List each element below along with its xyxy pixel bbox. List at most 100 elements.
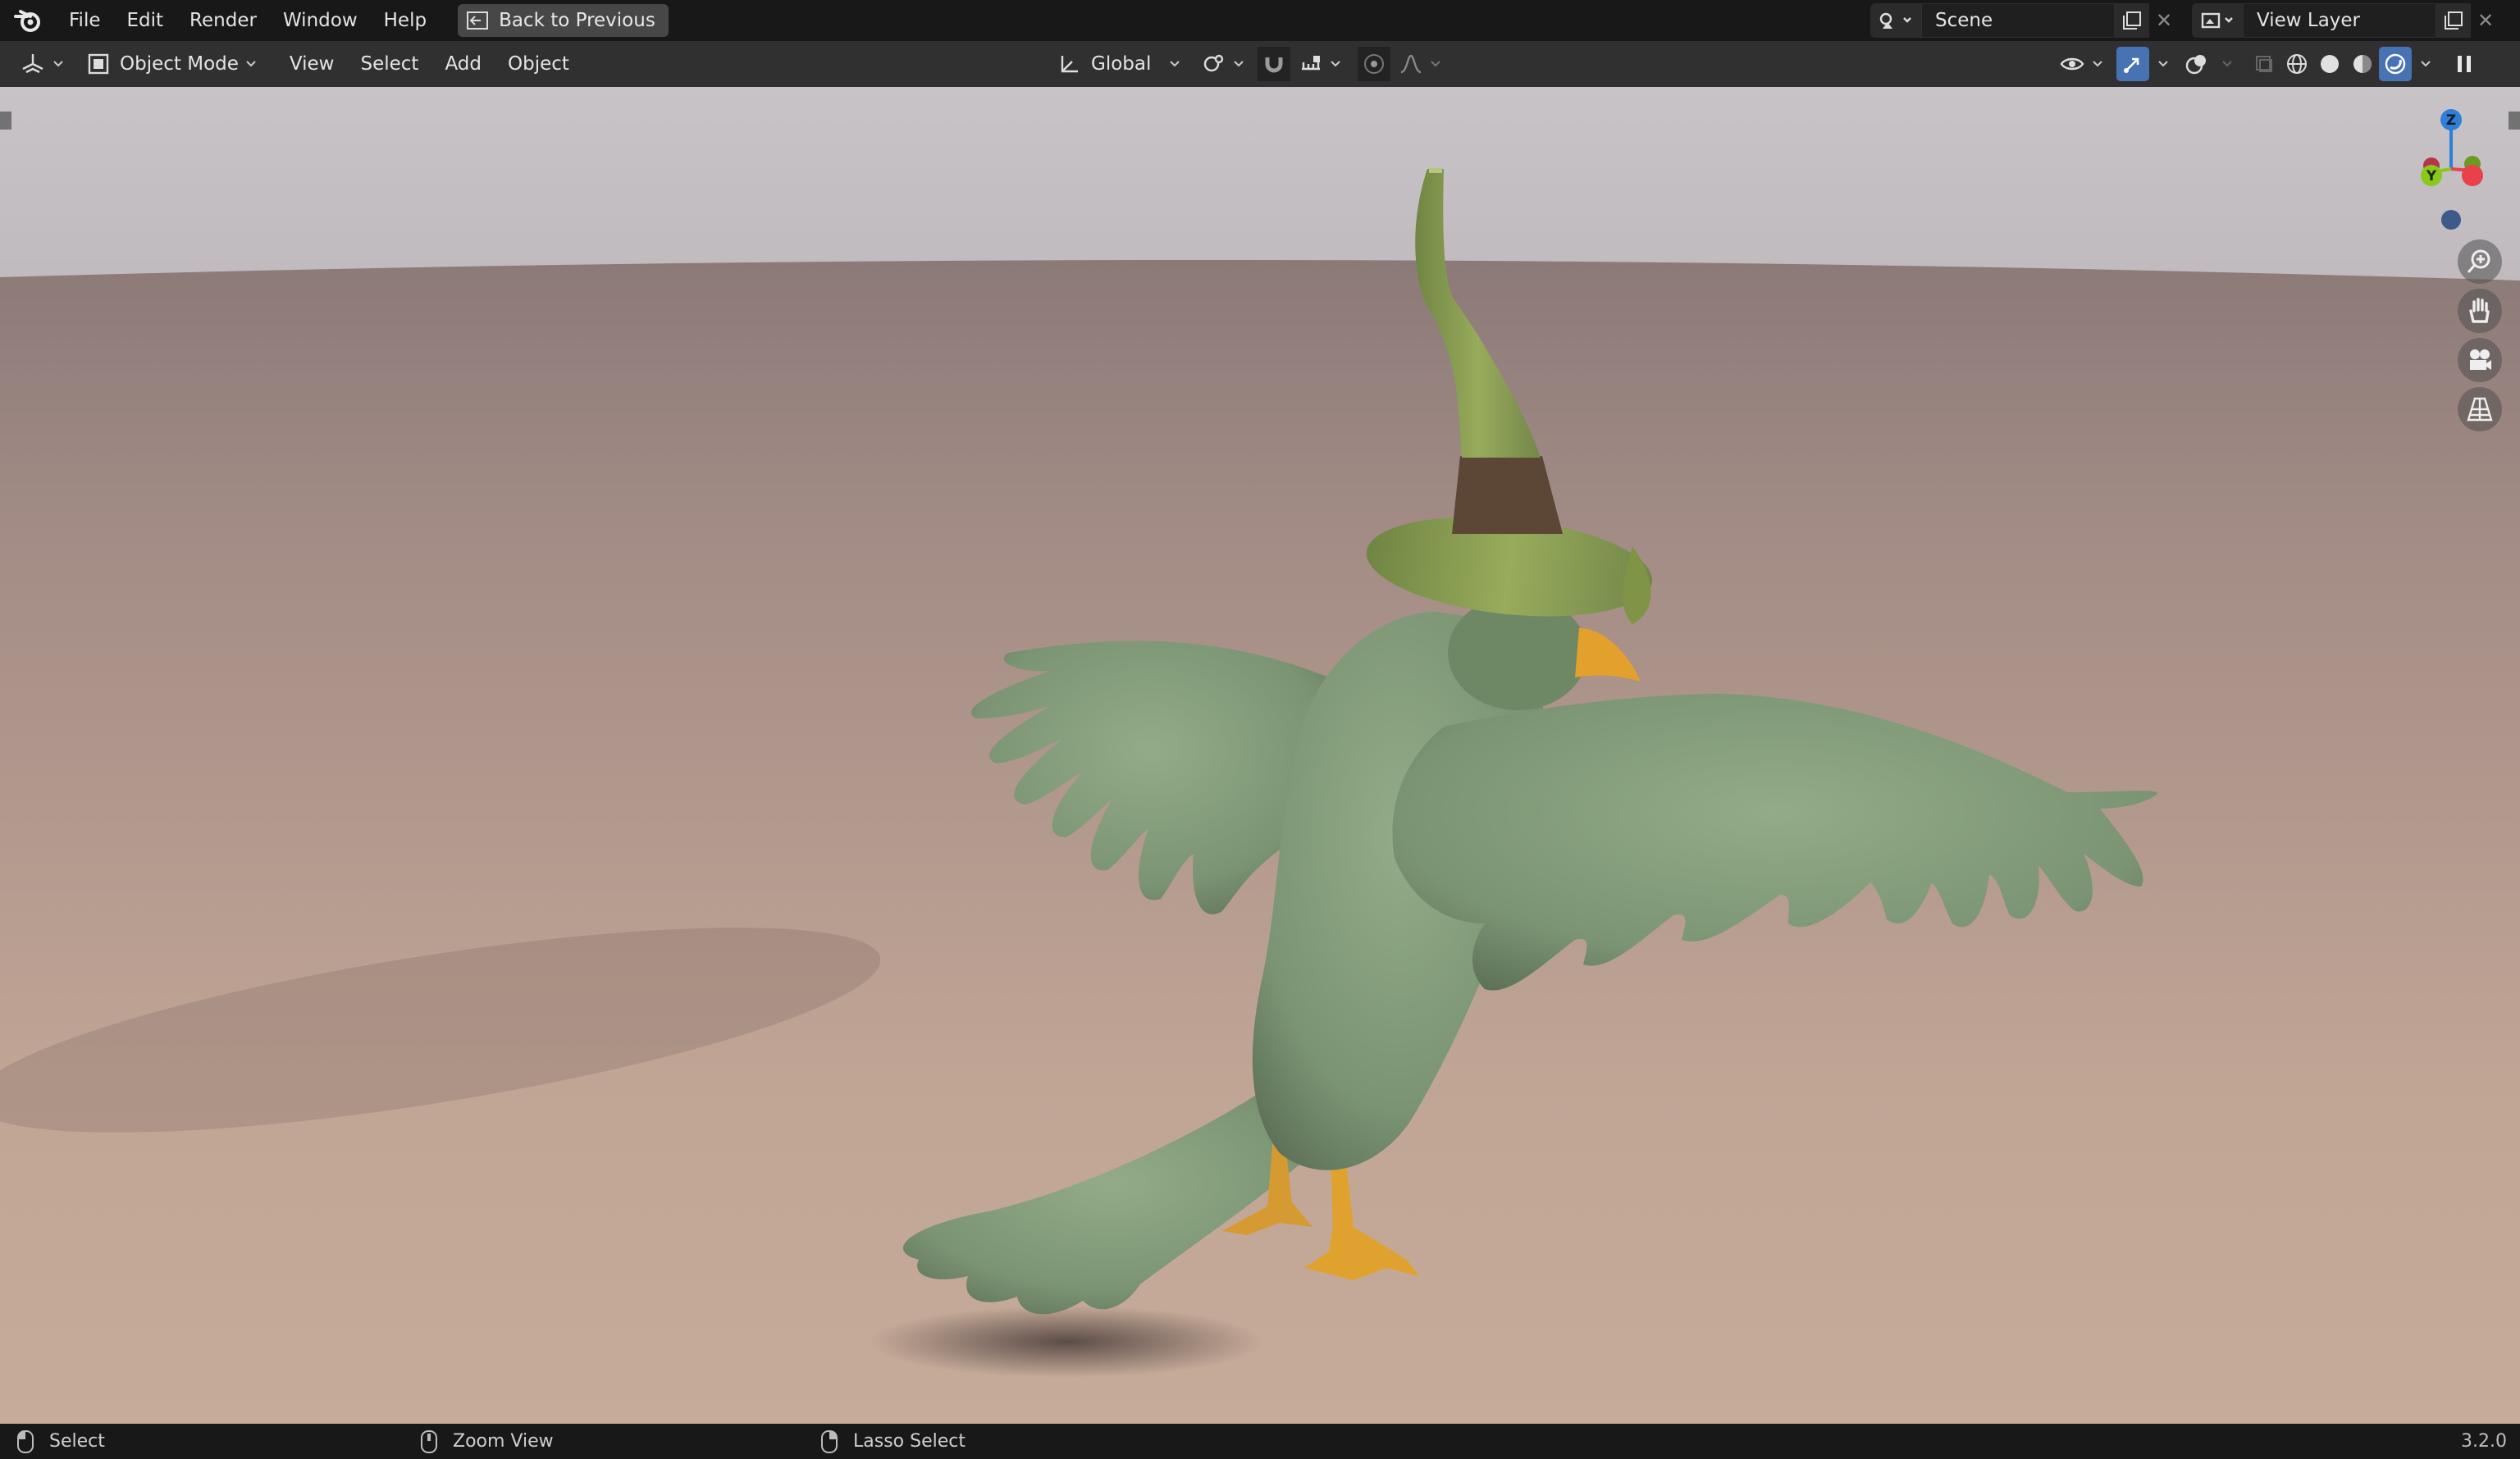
- gizmo-icon: [2124, 57, 2139, 73]
- view-layer-selector: View Layer ✕: [2192, 3, 2500, 38]
- shading-material-button[interactable]: [2346, 47, 2379, 81]
- show-gizmo-toggle[interactable]: [2116, 47, 2149, 81]
- transform-tools: Global: [1050, 47, 1449, 81]
- solid-sphere-icon: [2321, 55, 2339, 73]
- object-mode-icon: [88, 53, 109, 75]
- neg-z-axis[interactable]: [2441, 210, 2461, 230]
- shading-wireframe-button[interactable]: [2280, 47, 2313, 81]
- chevron-down-icon: [1431, 61, 1441, 67]
- toolbar-region-toggle[interactable]: [0, 112, 11, 130]
- zoom-icon: [2467, 249, 2490, 273]
- chevron-down-icon: [2158, 61, 2168, 67]
- status-zoom-hint: Zoom View: [420, 1424, 554, 1459]
- overlays-dropdown[interactable]: [2213, 47, 2241, 81]
- status-select-hint: Select: [16, 1424, 105, 1459]
- 3d-viewport[interactable]: Z Y: [0, 87, 2520, 1424]
- x-axis-handle[interactable]: [2462, 165, 2483, 186]
- mouse-left-icon: [17, 1429, 34, 1453]
- gizmo-dropdown[interactable]: [2149, 47, 2177, 81]
- transform-orientation-dropdown[interactable]: Global: [1050, 47, 1189, 81]
- delete-view-layer-button[interactable]: ✕: [2471, 3, 2500, 38]
- 3d-viewport-icon: [22, 54, 43, 74]
- proportional-editing-toggle[interactable]: [1358, 47, 1391, 81]
- shading-rendered-button[interactable]: [2379, 47, 2412, 81]
- back-to-previous-button[interactable]: Back to Previous: [458, 4, 669, 37]
- view-layer-name-field[interactable]: View Layer: [2243, 3, 2436, 38]
- sidebar-region-toggle[interactable]: [2509, 112, 2520, 130]
- editor-type-dropdown[interactable]: [11, 47, 72, 81]
- scene-name-field[interactable]: Scene: [1921, 3, 2115, 38]
- menu-render[interactable]: Render: [176, 3, 270, 38]
- magnet-icon: [1265, 57, 1283, 73]
- snap-target-dropdown[interactable]: [1290, 47, 1349, 81]
- back-arrow-icon: [467, 11, 489, 30]
- toggle-perspective-button[interactable]: [2458, 387, 2502, 431]
- camera-view-button[interactable]: [2458, 338, 2502, 382]
- new-scene-button[interactable]: [2115, 3, 2149, 38]
- menu-add[interactable]: Add: [431, 47, 495, 81]
- camera-icon: [2470, 349, 2491, 370]
- navigation-gizmo[interactable]: Z Y: [2397, 103, 2495, 243]
- orientation-icon: [1061, 56, 1078, 73]
- duplicate-icon: [2123, 11, 2141, 30]
- pivot-point-dropdown[interactable]: [1194, 47, 1253, 81]
- menu-view[interactable]: View: [276, 47, 348, 81]
- blender-logo-icon[interactable]: [11, 4, 44, 37]
- eye-icon: [2060, 57, 2084, 71]
- menu-object[interactable]: Object: [495, 47, 582, 81]
- zoom-hint-label: Zoom View: [453, 1431, 554, 1452]
- snap-toggle[interactable]: [1258, 47, 1291, 81]
- scene-browse-button[interactable]: [1870, 3, 1921, 38]
- back-to-previous-label: Back to Previous: [499, 10, 655, 31]
- zoom-view-button[interactable]: [2458, 239, 2502, 284]
- scene-selector: Scene ✕: [1870, 3, 2179, 38]
- menu-file[interactable]: File: [56, 3, 114, 38]
- proportional-edit-icon: [1364, 54, 1385, 74]
- proportional-falloff-dropdown[interactable]: [1390, 47, 1449, 81]
- perspective-grid-icon: [2467, 397, 2493, 422]
- falloff-curve-icon: [1400, 54, 1422, 74]
- view-layer-browse-button[interactable]: [2192, 3, 2243, 38]
- overlays-icon: [2185, 55, 2206, 75]
- material-sphere-icon: [2353, 55, 2372, 73]
- blender-version: 3.2.0: [2461, 1431, 2507, 1452]
- menu-edit[interactable]: Edit: [114, 3, 177, 38]
- visibility-dropdown[interactable]: [2051, 47, 2111, 81]
- xray-icon: [2256, 56, 2272, 72]
- mode-label: Object Mode: [120, 53, 239, 75]
- menu-window[interactable]: Window: [270, 3, 371, 38]
- pause-icon: [2458, 56, 2471, 72]
- mouse-right-icon: [821, 1429, 838, 1453]
- menu-select[interactable]: Select: [347, 47, 431, 81]
- chevron-down-icon: [246, 61, 256, 67]
- lasso-hint-label: Lasso Select: [853, 1431, 966, 1452]
- delete-scene-button[interactable]: ✕: [2149, 3, 2179, 38]
- close-icon: ✕: [2155, 9, 2173, 32]
- y-axis-label: Y: [2426, 168, 2437, 185]
- snap-increment-icon: [1302, 56, 1321, 71]
- chevron-down-icon: [2421, 61, 2431, 67]
- view-layer-icon: [2201, 12, 2233, 29]
- pivot-icon: [1204, 54, 1224, 72]
- show-overlays-toggle[interactable]: [2180, 47, 2213, 81]
- chevron-down-icon: [1170, 61, 1180, 67]
- hand-icon: [2469, 298, 2490, 323]
- menu-help[interactable]: Help: [371, 3, 440, 38]
- viewport-header: Object Mode View Select Add Object Globa…: [0, 41, 2520, 87]
- pause-render-button[interactable]: [2448, 47, 2481, 81]
- xray-toggle[interactable]: [2248, 47, 2280, 81]
- chevron-down-icon: [1331, 61, 1341, 67]
- viewport-display-tools: [2051, 47, 2481, 81]
- pan-view-button[interactable]: [2458, 289, 2502, 333]
- bird-shadow: [870, 1306, 1263, 1378]
- mouse-middle-icon: [421, 1429, 437, 1453]
- shading-solid-button[interactable]: [2313, 47, 2346, 81]
- rendered-scene: [0, 168, 2520, 1424]
- status-lasso-hint: Lasso Select: [820, 1424, 966, 1459]
- chevron-down-icon: [53, 61, 63, 67]
- close-icon: ✕: [2477, 9, 2495, 32]
- shading-dropdown[interactable]: [2412, 47, 2440, 81]
- new-view-layer-button[interactable]: [2436, 3, 2471, 38]
- interaction-mode-dropdown[interactable]: Object Mode: [79, 47, 265, 81]
- chevron-down-icon: [1234, 61, 1244, 67]
